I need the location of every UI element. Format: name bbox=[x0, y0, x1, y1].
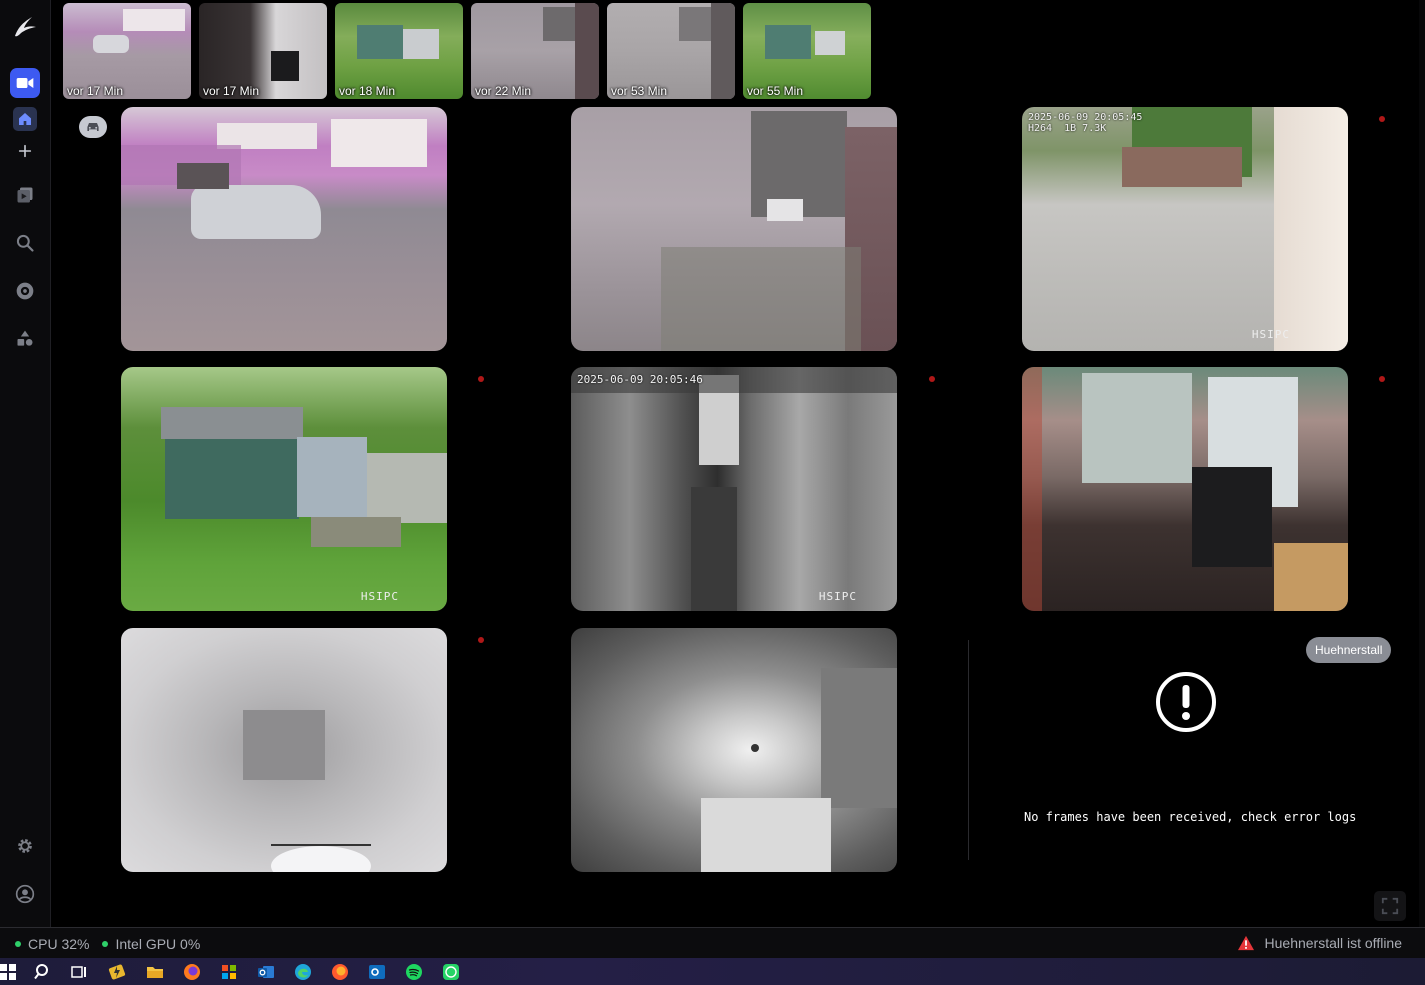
camera-tile[interactable] bbox=[1022, 367, 1348, 611]
camera-tile[interactable] bbox=[121, 628, 447, 872]
sidebar-item-add[interactable] bbox=[13, 139, 37, 163]
cpu-usage: CPU 32% bbox=[28, 936, 90, 952]
sidebar-item-dashboard[interactable] bbox=[10, 276, 40, 306]
spotify-icon[interactable] bbox=[404, 962, 424, 982]
camera-tile[interactable] bbox=[571, 628, 897, 872]
sidebar-item-account[interactable] bbox=[10, 879, 40, 909]
thumbnail-time: vor 17 Min bbox=[203, 84, 260, 98]
task-view-icon[interactable] bbox=[69, 962, 89, 982]
user-icon bbox=[15, 884, 35, 904]
recording-indicator bbox=[929, 376, 935, 382]
windows-start-icon[interactable] bbox=[0, 962, 18, 982]
outlook-icon[interactable] bbox=[367, 962, 387, 982]
camera-feed bbox=[121, 107, 447, 351]
camera-feed bbox=[121, 628, 447, 872]
sidebar-item-home[interactable] bbox=[13, 107, 37, 131]
firefox-icon[interactable] bbox=[330, 962, 350, 982]
disc-icon bbox=[16, 282, 34, 300]
warning-icon bbox=[1237, 935, 1254, 951]
exclamation-circle-icon bbox=[1156, 672, 1216, 732]
camera-brand: HSIPC bbox=[1251, 328, 1290, 341]
thumbnail-time: vor 18 Min bbox=[339, 84, 396, 98]
whatsapp-icon[interactable] bbox=[441, 962, 461, 982]
event-thumbnail[interactable]: vor 17 Min bbox=[199, 3, 327, 99]
system-stats: CPU 32% Intel GPU 0% bbox=[15, 936, 200, 952]
event-thumbnail[interactable]: vor 55 Min bbox=[743, 3, 871, 99]
outlook-icon[interactable] bbox=[256, 962, 276, 982]
camera-feed bbox=[1022, 107, 1348, 351]
camera-feed bbox=[1022, 367, 1348, 611]
camera-feed bbox=[571, 107, 897, 351]
thumbnail-time: vor 55 Min bbox=[747, 84, 804, 98]
scrollbar[interactable] bbox=[1419, 0, 1425, 927]
offline-message: No frames have been received, check erro… bbox=[1024, 810, 1357, 824]
thumbnail-time: vor 53 Min bbox=[611, 84, 668, 98]
store-icon[interactable] bbox=[219, 962, 239, 982]
camera-timestamp: 2025-06-09 20:05:45 H264 1B 7.3K bbox=[1028, 112, 1143, 134]
car-icon bbox=[87, 123, 99, 131]
sidebar bbox=[0, 0, 51, 927]
thumbnail-time: vor 22 Min bbox=[475, 84, 532, 98]
fullscreen-icon bbox=[1381, 897, 1399, 915]
camera-brand: HSIPC bbox=[818, 590, 857, 603]
event-thumbnail[interactable]: vor 17 Min bbox=[63, 3, 191, 99]
offline-alert-text: Huehnerstall ist offline bbox=[1264, 935, 1402, 951]
camera-feed bbox=[571, 628, 897, 872]
camera-feed bbox=[121, 367, 447, 611]
recording-indicator bbox=[1379, 376, 1385, 382]
camera-tile[interactable] bbox=[121, 107, 447, 351]
camera-tile[interactable]: 2025-06-09 20:05:45 H264 1B 7.3K HSIPC bbox=[1022, 107, 1348, 351]
edge-icon[interactable] bbox=[293, 962, 313, 982]
home-icon bbox=[19, 113, 31, 125]
shapes-icon bbox=[17, 330, 33, 346]
app-lightning-icon[interactable] bbox=[107, 962, 127, 982]
thumbnail-time: vor 17 Min bbox=[67, 84, 124, 98]
event-thumbnail[interactable]: vor 18 Min bbox=[335, 3, 463, 99]
firefox-icon[interactable] bbox=[182, 962, 202, 982]
sidebar-item-search[interactable] bbox=[10, 228, 40, 258]
camera-name-badge[interactable]: Huehnerstall bbox=[1306, 637, 1392, 663]
fullscreen-button[interactable] bbox=[1374, 891, 1406, 921]
camera-tile[interactable] bbox=[571, 107, 897, 351]
offline-alert[interactable]: Huehnerstall ist offline bbox=[1237, 935, 1402, 951]
status-bar: CPU 32% Intel GPU 0% Huehnerstall ist of… bbox=[0, 927, 1425, 958]
camera-tile[interactable]: HSIPC bbox=[121, 367, 447, 611]
bird-logo-icon[interactable] bbox=[12, 12, 38, 40]
camera-tile[interactable]: 2025-06-09 20:05:46 HSIPC bbox=[571, 367, 897, 611]
playback-icon bbox=[17, 187, 33, 203]
gear-icon bbox=[18, 839, 32, 853]
event-thumbnail[interactable]: vor 22 Min bbox=[471, 3, 599, 99]
recording-indicator bbox=[478, 637, 484, 643]
sidebar-item-recordings[interactable] bbox=[10, 180, 40, 210]
recording-indicator bbox=[1379, 116, 1385, 122]
camera-feed bbox=[571, 367, 897, 611]
tile-divider bbox=[968, 640, 969, 860]
plus-icon bbox=[18, 144, 32, 158]
status-ok-indicator bbox=[15, 941, 21, 947]
gpu-usage: Intel GPU 0% bbox=[115, 936, 201, 952]
sidebar-item-cameras[interactable] bbox=[10, 68, 40, 98]
camera-brand: HSIPC bbox=[360, 590, 399, 603]
sidebar-item-settings[interactable] bbox=[10, 831, 40, 861]
search-icon[interactable] bbox=[33, 962, 53, 982]
os-taskbar bbox=[0, 958, 1425, 985]
video-camera-icon bbox=[16, 78, 34, 88]
sidebar-item-plugins[interactable] bbox=[10, 324, 40, 354]
camera-timestamp: 2025-06-09 20:05:46 bbox=[577, 373, 703, 386]
file-explorer-icon[interactable] bbox=[145, 962, 165, 982]
recording-indicator bbox=[478, 376, 484, 382]
status-ok-indicator bbox=[102, 941, 109, 947]
vehicle-filter-button[interactable] bbox=[79, 116, 107, 138]
event-thumbnail[interactable]: vor 53 Min bbox=[607, 3, 735, 99]
search-icon bbox=[16, 234, 34, 252]
